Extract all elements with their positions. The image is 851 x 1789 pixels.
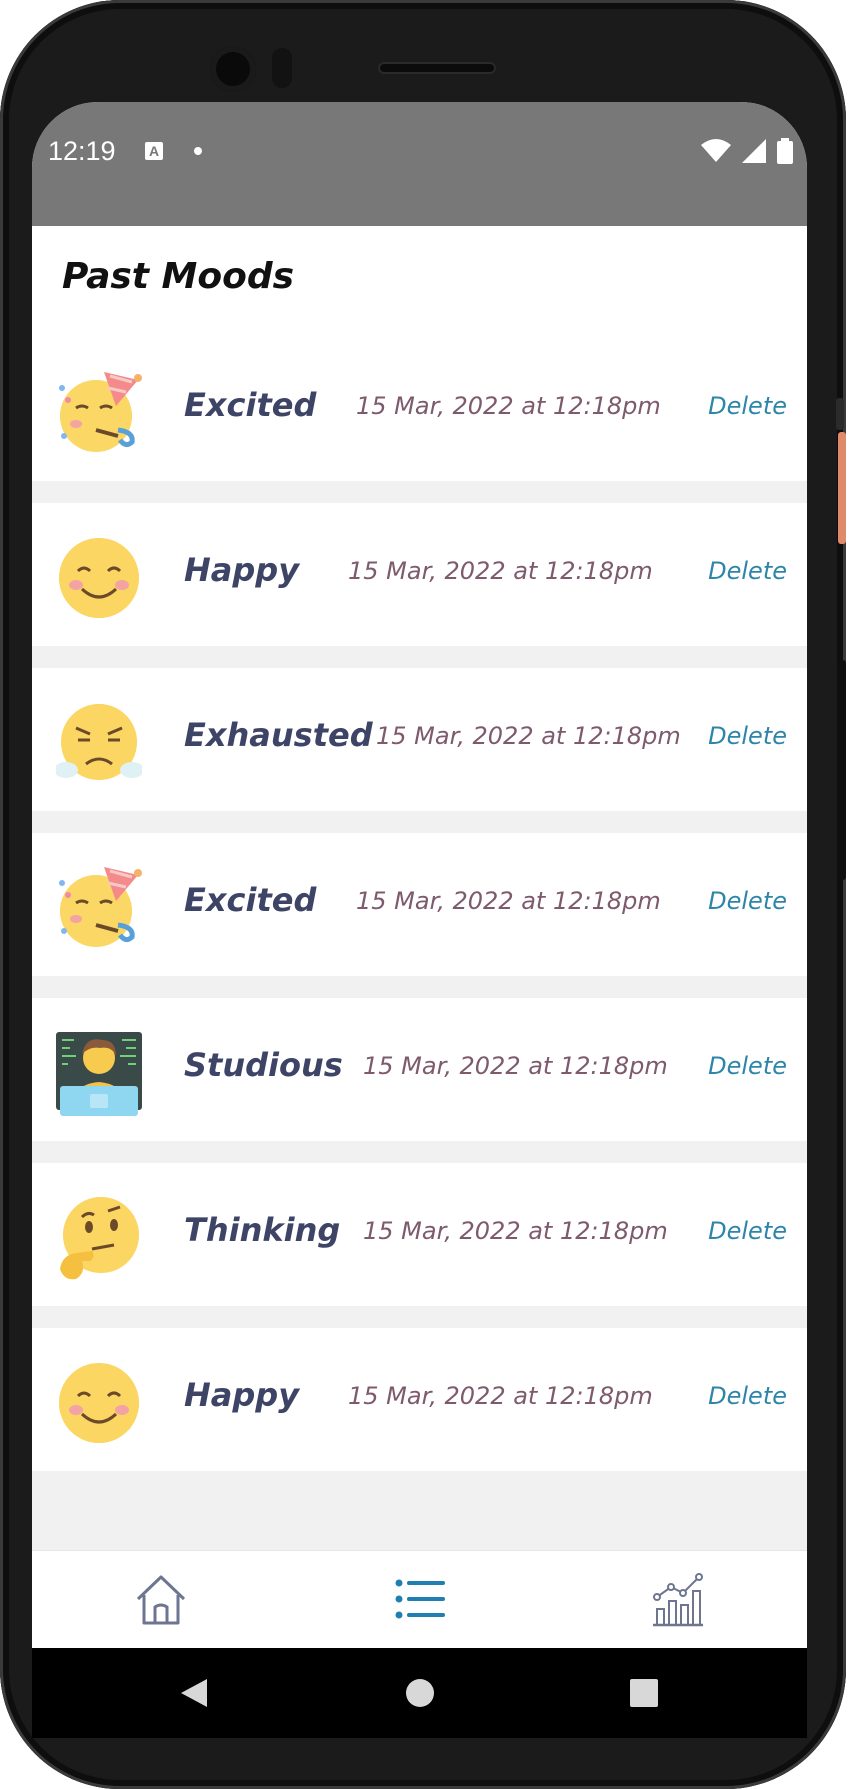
mood-row: Happy 15 Mar, 2022 at 12:18pm Delete (32, 1328, 807, 1471)
mood-date: 15 Mar, 2022 at 12:18pm (363, 1052, 668, 1080)
notification-app-icon: A (145, 142, 163, 160)
earpiece-speaker (378, 62, 496, 74)
notification-dot-icon (194, 147, 202, 155)
back-icon[interactable] (179, 1677, 209, 1709)
side-button (836, 398, 844, 430)
mood-label: Excited (184, 881, 317, 919)
delete-button[interactable]: Delete (708, 1052, 787, 1080)
recents-icon[interactable] (630, 1679, 658, 1707)
battery-icon (777, 138, 793, 164)
mood-label: Excited (184, 386, 317, 424)
mood-date: 15 Mar, 2022 at 12:18pm (356, 392, 661, 420)
signal-icon (741, 139, 766, 163)
mood-label: Exhausted (184, 716, 373, 754)
mood-label: Happy (184, 1376, 300, 1414)
steam-nose-face-icon (56, 704, 142, 780)
power-button (838, 432, 846, 544)
smiling-face-icon (59, 1363, 139, 1443)
page-title: Past Moods (62, 256, 295, 297)
mood-date: 15 Mar, 2022 at 12:18pm (356, 887, 661, 915)
mood-row: Excited 15 Mar, 2022 at 12:18pm Delete (32, 833, 807, 976)
delete-button[interactable]: Delete (708, 1217, 787, 1245)
mood-date: 15 Mar, 2022 at 12:18pm (348, 1382, 653, 1410)
delete-button[interactable]: Delete (708, 887, 787, 915)
page-header: Past Moods (32, 226, 807, 338)
screen: 12:19 A Past Moods Excited 15 Mar, 2022 … (32, 102, 807, 1738)
bottom-navigation (32, 1550, 807, 1649)
technologist-icon (56, 1032, 142, 1116)
mood-label: Happy (184, 551, 300, 589)
status-icons (695, 138, 793, 164)
list-icon[interactable] (393, 1573, 447, 1627)
mood-date: 15 Mar, 2022 at 12:18pm (348, 557, 653, 585)
status-time: 12:19 (48, 136, 116, 166)
mood-row: Thinking 15 Mar, 2022 at 12:18pm Delete (32, 1163, 807, 1306)
mood-row: Happy 15 Mar, 2022 at 12:18pm Delete (32, 503, 807, 646)
mood-label: Thinking (184, 1211, 341, 1249)
mood-date: 15 Mar, 2022 at 12:18pm (363, 1217, 668, 1245)
front-camera (210, 46, 256, 92)
party-face-icon (59, 372, 142, 452)
delete-button[interactable]: Delete (708, 557, 787, 585)
smiling-face-icon (59, 538, 139, 618)
delete-button[interactable]: Delete (708, 1382, 787, 1410)
mood-date: 15 Mar, 2022 at 12:18pm (376, 722, 681, 750)
system-navigation-bar (32, 1648, 807, 1738)
party-face-icon (59, 867, 142, 947)
mood-row: Studious 15 Mar, 2022 at 12:18pm Delete (32, 998, 807, 1141)
mood-label: Studious (184, 1046, 343, 1084)
camera-sensor (272, 48, 292, 88)
delete-button[interactable]: Delete (708, 392, 787, 420)
volume-button (838, 660, 846, 880)
status-bar: 12:19 A (32, 102, 807, 226)
mood-row: Excited 15 Mar, 2022 at 12:18pm Delete (32, 338, 807, 481)
mood-row: Exhausted 15 Mar, 2022 at 12:18pm Delete (32, 668, 807, 811)
chart-icon[interactable] (651, 1573, 705, 1627)
delete-button[interactable]: Delete (708, 722, 787, 750)
wifi-icon (700, 139, 731, 162)
home-icon[interactable] (134, 1573, 188, 1627)
thinking-face-icon (60, 1197, 139, 1280)
home-circle-icon[interactable] (405, 1678, 435, 1708)
